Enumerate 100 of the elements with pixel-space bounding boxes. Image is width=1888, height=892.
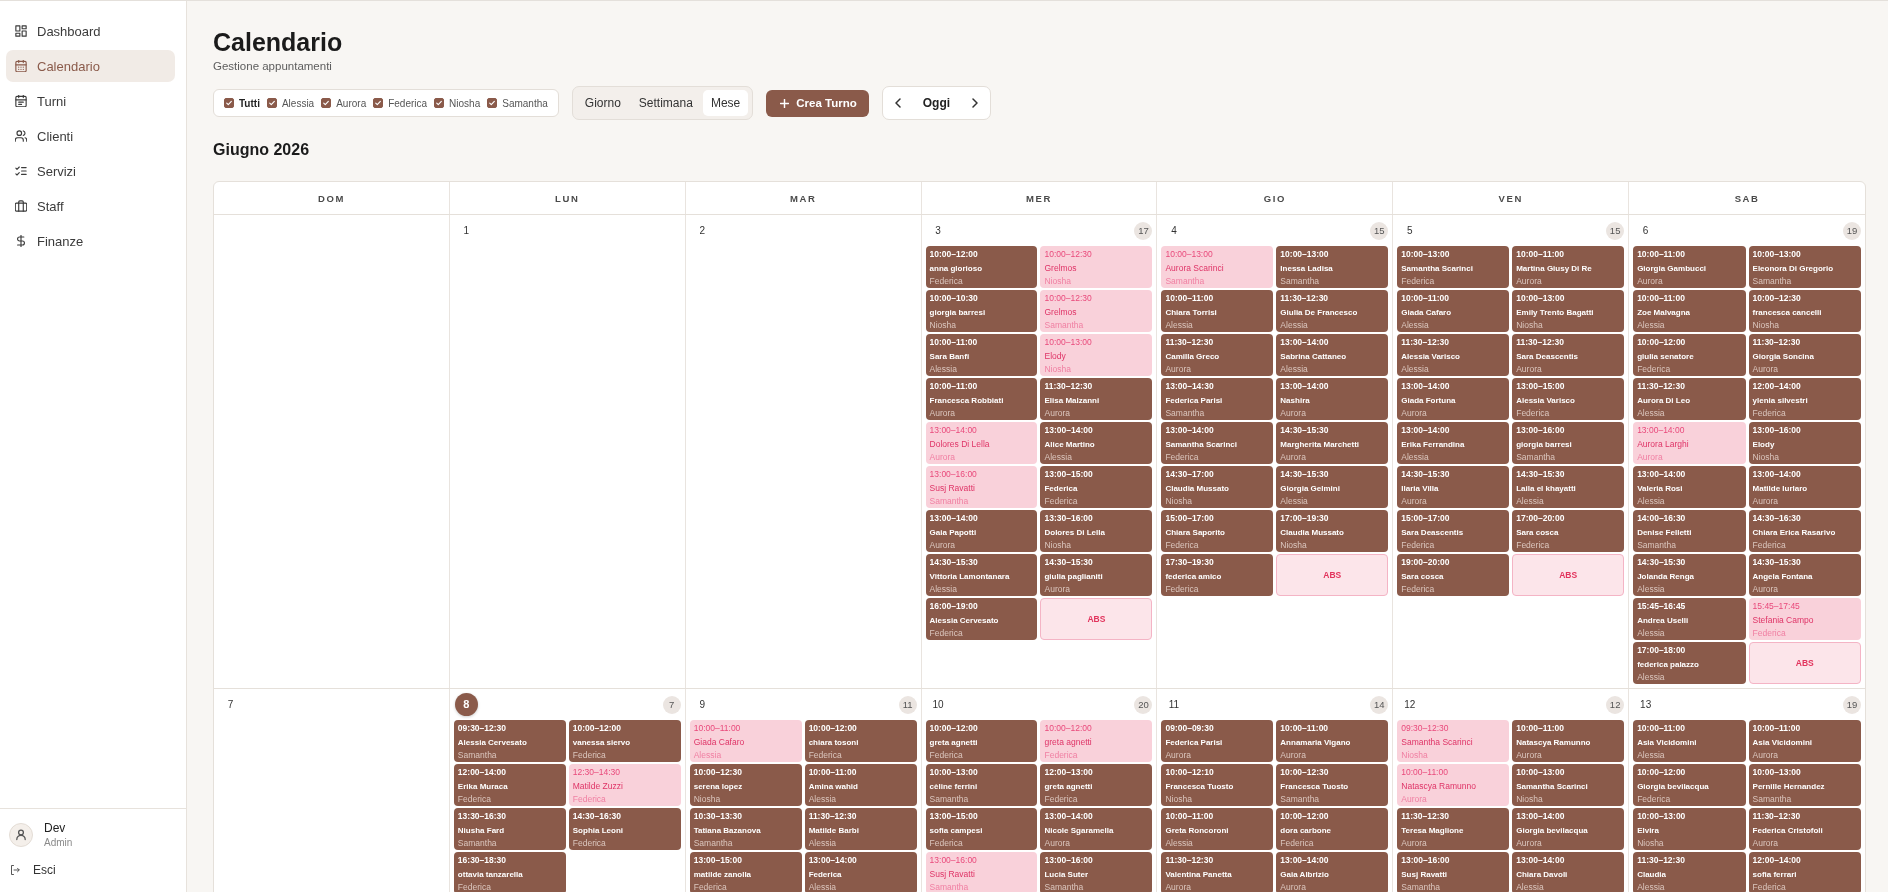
nav-item[interactable]: Clienti [6,120,175,152]
appointment-card[interactable]: 13:00–15:00 Alessia Varisco Federica [1512,378,1625,420]
appointment-card[interactable]: 11:30–12:30 Aurora Di Leo Alessia [1633,378,1746,420]
appointment-card[interactable]: 10:00–13:00 cèline ferrini Samantha [925,764,1038,806]
appointment-card[interactable]: 11:30–12:30 Sara Deascentis Aurora [1512,334,1625,376]
filter-option[interactable]: Federica [373,97,428,109]
appointment-card[interactable]: 11:30–12:30 Teresa Maglione Aurora [1397,808,1510,850]
appointment-card[interactable]: 17:00–20:00 Sara cosca Federica [1512,510,1625,552]
appointment-card[interactable]: 13:00–14:00 Samantha Scarinci Federica [1161,422,1274,464]
appointment-card[interactable]: 12:00–14:00 Erika Muraca Federica [453,764,566,806]
appointment-card[interactable]: 19:00–20:00 Sara cosca Federica [1397,554,1510,596]
checkbox[interactable] [266,98,277,108]
appointment-card[interactable]: 11:30–12:30 Claudia Alessia [1633,852,1746,892]
absence-block[interactable]: ABS [1748,642,1861,684]
appointment-card[interactable]: 10:00–12:30 francesca cancelli Niosha [1748,290,1861,332]
appointment-card[interactable]: 13:00–16:00 Susj Ravatti Samantha [925,852,1038,892]
appointment-card[interactable]: 10:00–11:00 Asia Vicidomini Alessia [1633,720,1746,762]
appointment-card[interactable]: 13:00–16:00 Lucia Suter Samantha [1040,852,1153,892]
appointment-card[interactable]: 11:30–12:30 Alessia Varisco Alessia [1397,334,1510,376]
appointment-card[interactable]: 12:00–14:00 ylenia silvestri Federica [1748,378,1861,420]
appointment-card[interactable]: 10:00–13:00 Emily Trento Bagatti Niosha [1512,290,1625,332]
appointment-card[interactable]: 11:30–12:30 Valentina Panetta Aurora [1161,852,1274,892]
appointment-card[interactable]: 12:00–13:00 greta agnetti Federica [1040,764,1153,806]
appointment-card[interactable]: 12:30–14:30 Matilde Zuzzi Federica [568,764,681,806]
create-shift-button[interactable]: Crea Turno [766,89,869,117]
appointment-card[interactable]: 10:00–13:00 Samantha Scarinci Niosha [1512,764,1625,806]
appointment-card[interactable]: 13:00–14:30 Federica Parisi Samantha [1161,378,1274,420]
appointment-card[interactable]: 10:00–13:00 Pernille Hernandez Samantha [1748,764,1861,806]
appointment-card[interactable]: 10:00–12:30 Grelmos Samantha [1040,290,1153,332]
nav-item[interactable]: Servizi [6,155,175,187]
appointment-card[interactable]: 10:00–11:00 Annamaria Vigano Aurora [1276,720,1389,762]
appointment-card[interactable]: 10:00–11:00 Amina wahid Alessia [804,764,917,806]
nav-item[interactable]: Dashboard [6,15,175,47]
view-tab[interactable]: Giorno [576,90,629,116]
appointment-card[interactable]: 15:00–17:00 Sara Deascentis Federica [1397,510,1510,552]
appointment-card[interactable]: 13:00–14:00 Federica Alessia [804,852,917,892]
filter-option[interactable]: Alessia [266,97,315,109]
appointment-card[interactable]: 10:00–13:00 Aurora Scarinci Samantha [1161,246,1274,288]
appointment-card[interactable]: 10:00–12:00 dora carbone Federica [1276,808,1389,850]
appointment-card[interactable]: 13:00–16:00 Susj Ravatti Samantha [1397,852,1510,892]
appointment-card[interactable]: 17:00–18:00 federica palazzo Alessia [1633,642,1746,684]
appointment-card[interactable]: 13:00–14:00 Aurora Larghi Aurora [1633,422,1746,464]
checkbox[interactable] [224,98,234,108]
appointment-card[interactable]: 09:00–09:30 Federica Parisi Aurora [1161,720,1274,762]
appointment-card[interactable]: 14:30–15:30 Ilaria Villa Aurora [1397,466,1510,508]
appointment-card[interactable]: 14:30–15:30 Vittoria Lamontanara Alessia [925,554,1038,596]
appointment-card[interactable]: 14:30–15:30 Giorgia Gelmini Alessia [1276,466,1389,508]
appointment-card[interactable]: 14:30–15:30 Margherita Marchetti Aurora [1276,422,1389,464]
appointment-card[interactable]: 13:00–14:00 Dolores Di Lella Aurora [925,422,1038,464]
view-tab[interactable]: Mese [702,90,749,116]
nav-item[interactable]: Turni [6,85,175,117]
appointment-card[interactable]: 13:00–14:00 Matilde Iurlaro Aurora [1748,466,1861,508]
appointment-card[interactable]: 13:00–16:00 Susj Ravatti Samantha [925,466,1038,508]
appointment-card[interactable]: 13:00–16:00 giorgia barresi Samantha [1512,422,1625,464]
appointment-card[interactable]: 10:00–12:00 Giorgia bevilacqua Federica [1633,764,1746,806]
appointment-card[interactable]: 10:00–11:00 Martina Giusy Di Re Aurora [1512,246,1625,288]
appointment-card[interactable]: 10:00–12:00 chiara tosoni Federica [804,720,917,762]
checkbox[interactable] [434,98,445,108]
appointment-card[interactable]: 10:00–11:00 Natascya Ramunno Aurora [1397,764,1510,806]
appointment-card[interactable]: 10:00–11:00 Giorgia Gambucci Aurora [1633,246,1746,288]
absence-block[interactable]: ABS [1276,554,1389,596]
appointment-card[interactable]: 12:00–14:00 sofia ferrari Federica [1748,852,1861,892]
appointment-card[interactable]: 10:00–13:00 Elody Niosha [1040,334,1153,376]
appointment-card[interactable]: 13:00–14:00 Giada Fortuna Aurora [1397,378,1510,420]
appointment-card[interactable]: 10:00–11:00 Giada Cafaro Alessia [1397,290,1510,332]
appointment-card[interactable]: 13:30–16:00 Dolores Di Lella Niosha [1040,510,1153,552]
appointment-card[interactable]: 11:30–12:30 Camilla Greco Aurora [1161,334,1274,376]
appointment-card[interactable]: 11:30–12:30 Federica Cristofoli Aurora [1748,808,1861,850]
filter-option[interactable]: Tutti [224,97,260,109]
day-cell[interactable]: 1 [449,215,686,688]
appointment-card[interactable]: 10:00–12:00 greta agnetti Federica [925,720,1038,762]
appointment-card[interactable]: 13:00–14:00 Alice Martino Alessia [1040,422,1153,464]
appointment-card[interactable]: 10:00–13:00 Eleonora Di Gregorio Samantha [1748,246,1861,288]
nav-item[interactable]: Finanze [6,225,175,257]
appointment-card[interactable]: 15:45–16:45 Andrea Uselli Alessia [1633,598,1746,640]
appointment-card[interactable]: 11:30–12:30 Giorgia Soncina Aurora [1748,334,1861,376]
filter-option[interactable]: Samantha [487,97,548,109]
nav-item[interactable]: Calendario [6,50,175,82]
appointment-card[interactable]: 10:00–12:30 Francesca Tuosto Samantha [1276,764,1389,806]
appointment-card[interactable]: 11:30–12:30 Giulia De Francesco Alessia [1276,290,1389,332]
appointment-card[interactable]: 10:00–12:30 serena lopez Niosha [689,764,802,806]
today-button[interactable]: Oggi [910,92,963,114]
appointment-card[interactable]: 14:30–15:30 Laila el khayatti Alessia [1512,466,1625,508]
appointment-card[interactable]: 10:00–12:10 Francesca Tuosto Niosha [1161,764,1274,806]
appointment-card[interactable]: 10:00–13:00 Elvira Niosha [1633,808,1746,850]
appointment-card[interactable]: 13:30–16:30 Niusha Fard Samantha [453,808,566,850]
appointment-card[interactable]: 09:30–12:30 Samantha Scarinci Niosha [1397,720,1510,762]
appointment-card[interactable]: 15:45–17:45 Stefania Campo Federica [1748,598,1861,640]
appointment-card[interactable]: 10:00–10:30 giorgia barresi Niosha [925,290,1038,332]
appointment-card[interactable]: 10:00–12:00 anna glorioso Federica [925,246,1038,288]
appointment-card[interactable]: 10:00–11:00 Natascya Ramunno Aurora [1512,720,1625,762]
checkbox[interactable] [487,98,498,108]
appointment-card[interactable]: 10:00–12:00 giulia senatore Federica [1633,334,1746,376]
appointment-card[interactable]: 10:00–12:00 greta agnetti Federica [1040,720,1153,762]
absence-block[interactable]: ABS [1512,554,1625,596]
nav-item[interactable]: Staff [6,190,175,222]
appointment-card[interactable]: 10:00–11:00 Zoe Malvagna Alessia [1633,290,1746,332]
appointment-card[interactable]: 14:30–17:00 Claudia Mussato Niosha [1161,466,1274,508]
appointment-card[interactable]: 13:00–16:00 Elody Niosha [1748,422,1861,464]
appointment-card[interactable]: 14:30–15:30 Angela Fontana Aurora [1748,554,1861,596]
